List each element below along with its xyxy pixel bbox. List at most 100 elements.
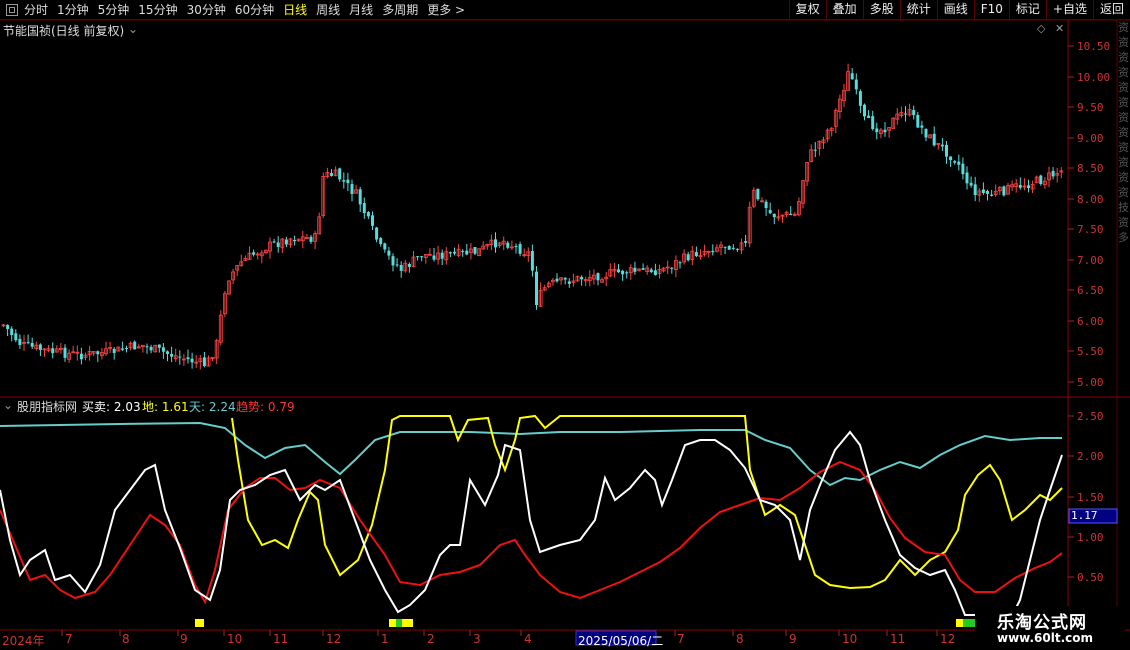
close-icon[interactable]: ✕ bbox=[1055, 22, 1064, 35]
date-label: 1 bbox=[381, 632, 389, 646]
diamond-icon[interactable]: ◇ bbox=[1037, 22, 1045, 35]
candle-body bbox=[924, 128, 928, 138]
candle-body bbox=[789, 213, 793, 216]
candle-body bbox=[272, 241, 276, 243]
candle-body bbox=[1039, 175, 1043, 184]
price-tick: 6.00 bbox=[1077, 315, 1104, 328]
candle-body bbox=[30, 342, 34, 347]
candle-body bbox=[133, 341, 137, 350]
candle-body bbox=[276, 242, 280, 247]
candle-body bbox=[871, 116, 875, 129]
candle-body bbox=[875, 128, 879, 133]
candle-body bbox=[920, 125, 924, 128]
candle-body bbox=[18, 338, 22, 345]
candle-body bbox=[744, 241, 748, 243]
candle-body bbox=[867, 115, 871, 118]
signal-marker bbox=[956, 619, 963, 627]
candle-body bbox=[395, 264, 399, 266]
candle-body bbox=[694, 252, 698, 257]
candle-body bbox=[1051, 170, 1055, 177]
tian-line bbox=[0, 421, 1062, 487]
chevron-down-icon[interactable]: ⌄ bbox=[128, 22, 138, 36]
candle-body bbox=[727, 246, 731, 250]
candle-body bbox=[653, 270, 657, 276]
date-label: 8 bbox=[736, 632, 744, 646]
candle-body bbox=[157, 344, 161, 348]
candle-body bbox=[293, 239, 297, 242]
price-tick: 6.50 bbox=[1077, 284, 1104, 297]
watermark: 乐淘公式网 www.60lt.com bbox=[975, 606, 1125, 650]
candle-body bbox=[358, 189, 362, 205]
price-tick: 9.00 bbox=[1077, 132, 1104, 145]
candle-body bbox=[904, 113, 907, 115]
candle-body bbox=[38, 344, 42, 350]
candle-body bbox=[940, 144, 944, 147]
candle-body bbox=[112, 348, 116, 353]
candle-body bbox=[912, 109, 916, 116]
candle-body bbox=[432, 255, 436, 260]
candle-body bbox=[945, 144, 948, 157]
signal-marker bbox=[389, 619, 396, 627]
candle-body bbox=[96, 351, 100, 355]
date-label: 7 bbox=[65, 632, 73, 646]
candle-body bbox=[953, 161, 957, 163]
candle-body bbox=[362, 203, 366, 214]
candle-body bbox=[387, 250, 391, 256]
candle-body bbox=[252, 252, 256, 255]
candle-body bbox=[453, 251, 456, 254]
candle-body bbox=[190, 358, 194, 363]
date-label: 2 bbox=[427, 632, 435, 646]
chart-canvas[interactable] bbox=[0, 0, 1130, 650]
candle-body bbox=[965, 172, 969, 184]
candle-body bbox=[625, 272, 629, 274]
indicator-tick: 2.50 bbox=[1077, 410, 1104, 423]
candle-body bbox=[858, 91, 862, 106]
date-label: 4 bbox=[524, 632, 532, 646]
candle-body bbox=[621, 270, 625, 275]
candle-body bbox=[186, 357, 190, 360]
candle-body bbox=[854, 79, 858, 90]
candle-body bbox=[494, 239, 497, 248]
price-tick: 5.50 bbox=[1077, 345, 1104, 358]
date-label: 3 bbox=[473, 632, 481, 646]
cursor-date: 2025/05/06/二 bbox=[578, 634, 664, 648]
candle-body bbox=[26, 342, 30, 344]
candle-body bbox=[145, 346, 149, 348]
candle-body bbox=[1002, 186, 1006, 196]
candle-body bbox=[465, 250, 469, 255]
candle-body bbox=[379, 238, 383, 245]
candle-body bbox=[932, 133, 936, 146]
candle-body bbox=[166, 351, 169, 354]
signal-marker bbox=[402, 619, 413, 627]
candle-body bbox=[813, 149, 817, 151]
price-tick: 8.50 bbox=[1077, 162, 1104, 175]
candle-body bbox=[580, 276, 584, 280]
price-tick: 10.00 bbox=[1077, 71, 1111, 84]
candle-body bbox=[961, 163, 965, 175]
candle-body bbox=[420, 256, 424, 258]
candle-body bbox=[338, 168, 342, 180]
candle-body bbox=[1027, 185, 1030, 188]
candle-body bbox=[678, 262, 682, 264]
date-label: 8 bbox=[122, 632, 130, 646]
candle-body bbox=[178, 356, 182, 358]
price-tick: 5.00 bbox=[1077, 376, 1104, 389]
price-tick: 7.00 bbox=[1077, 254, 1104, 267]
candle-body bbox=[399, 264, 403, 271]
date-label: 7 bbox=[677, 632, 685, 646]
candlestick-series bbox=[1, 63, 1064, 370]
candle-body bbox=[883, 129, 887, 133]
candle-body bbox=[981, 189, 985, 193]
candle-body bbox=[284, 239, 288, 245]
chevron-down-icon[interactable]: ⌄ bbox=[3, 398, 13, 412]
buysell-line bbox=[0, 430, 1063, 622]
candle-body bbox=[125, 348, 128, 350]
date-label: 12 bbox=[326, 632, 342, 646]
candle-body bbox=[772, 213, 776, 218]
candle-body bbox=[518, 244, 522, 254]
candle-body bbox=[161, 347, 165, 352]
signal-marker bbox=[963, 619, 969, 627]
candle-body bbox=[63, 347, 67, 358]
candle-body bbox=[202, 357, 206, 366]
indicator-tick: 1.00 bbox=[1077, 531, 1104, 544]
